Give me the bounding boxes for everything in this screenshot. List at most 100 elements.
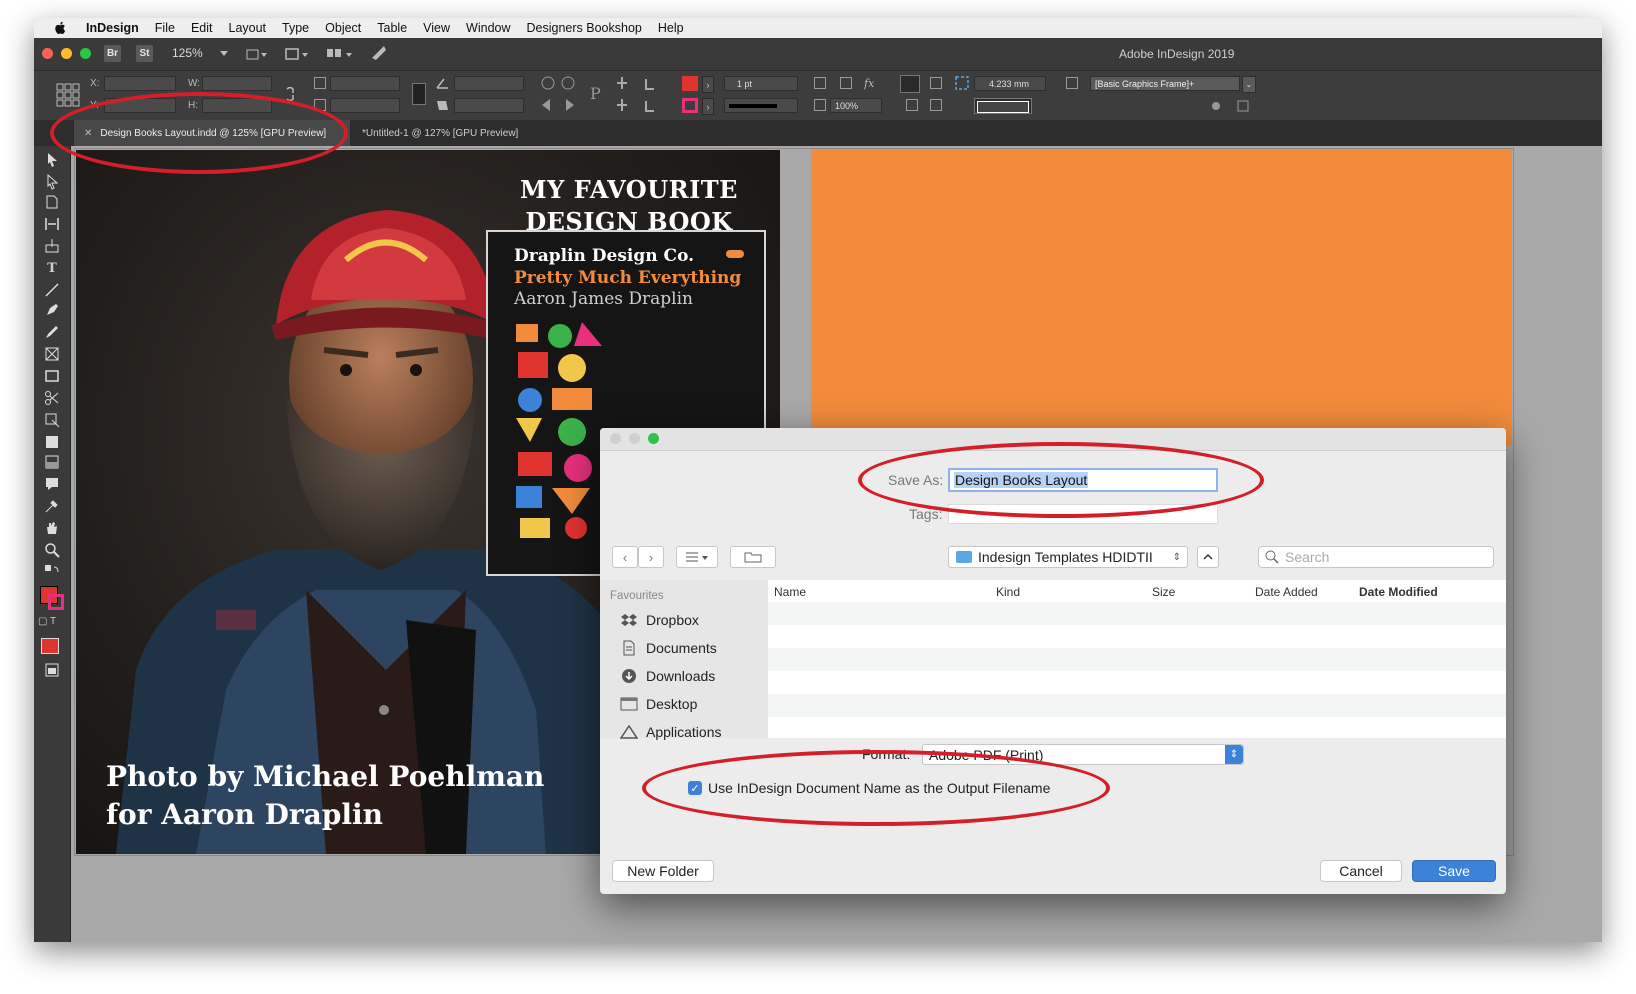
new-folder-button[interactable]: New Folder [612,860,714,882]
sidebar-item-dropbox[interactable]: Dropbox [620,612,699,628]
zoom-level[interactable]: 125% [172,46,203,60]
apply-color-button[interactable] [41,638,59,654]
menu-help[interactable]: Help [658,21,684,35]
width-field[interactable] [202,76,272,91]
format-select[interactable]: Adobe PDF (Print) ⇕ [922,744,1244,765]
tags-input[interactable] [948,504,1218,524]
gradient-feather-tool-icon[interactable] [44,454,60,470]
align-top-button[interactable] [906,99,918,111]
publish-online-icon[interactable] [370,44,388,62]
dialog-zoom-button[interactable] [648,433,659,444]
menu-view[interactable]: View [423,21,450,35]
close-window-button[interactable] [42,48,53,59]
constrain-proportions-icon[interactable] [284,87,296,101]
column-size[interactable]: Size [1152,585,1175,599]
zoom-window-button[interactable] [80,48,91,59]
free-transform-tool-icon[interactable] [44,412,60,428]
stroke-type-select[interactable] [724,98,798,113]
object-style-select[interactable]: [Basic Graphics Frame]+ [1090,76,1240,91]
cancel-button[interactable]: Cancel [1320,860,1402,882]
fill-swatch-dropdown-icon[interactable]: › [702,76,714,93]
reference-point-p-icon[interactable]: P [588,79,604,107]
photo-credit-caption[interactable]: Photo by Michael Poehlman for Aaron Drap… [106,758,544,834]
formatting-container-icon[interactable]: ▢ T [38,616,56,627]
type-tool-icon[interactable]: T [44,260,60,276]
new-folder-toolbar-button[interactable] [730,546,776,568]
screen-mode-normal-icon[interactable] [44,662,60,678]
save-as-input[interactable]: Design Books Layout [948,468,1218,492]
dialog-close-button[interactable] [610,433,621,444]
pen-tool-icon[interactable] [44,302,60,318]
sidebar-item-desktop[interactable]: Desktop [620,696,697,712]
menu-type[interactable]: Type [282,21,309,35]
view-options-icon[interactable] [246,46,268,62]
menu-file[interactable]: File [155,21,175,35]
content-collector-icon[interactable] [44,238,60,254]
frame-fitting-icon[interactable] [1066,77,1078,89]
sidebar-item-downloads[interactable]: Downloads [620,668,715,684]
minimize-window-button[interactable] [61,48,72,59]
reference-point-icon[interactable] [56,83,80,107]
headline[interactable]: MY FAVOURITE DESIGN BOOK [514,174,744,238]
object-style-dropdown-icon[interactable]: ⌄ [1242,76,1256,93]
direct-selection-tool-icon[interactable] [44,174,60,190]
menu-object[interactable]: Object [325,21,361,35]
height-field[interactable] [202,98,272,113]
view-mode-button[interactable] [676,546,718,568]
zoom-tool-icon[interactable] [44,542,60,558]
align-left-button[interactable] [900,75,920,93]
arrange-documents-icon[interactable] [326,46,354,62]
hand-tool-icon[interactable] [44,520,60,536]
use-document-name-option[interactable]: ✓ Use InDesign Document Name as the Outp… [688,780,1050,796]
shear-angle-field[interactable] [454,98,524,113]
close-tab-icon[interactable]: ✕ [84,128,92,139]
rectangle-tool-icon[interactable] [44,368,60,384]
align-center-button[interactable] [930,77,942,89]
stroke-color-box[interactable] [48,594,64,610]
gradient-swatch-tool-icon[interactable] [44,434,60,450]
screen-mode-icon[interactable] [284,46,310,62]
dialog-minimize-button[interactable] [629,433,640,444]
rotate-flip-icons[interactable] [540,75,580,113]
apple-icon[interactable] [54,21,66,35]
eyedropper-tool-icon[interactable] [44,498,60,514]
corner-shape-select[interactable] [974,98,1032,114]
menu-window[interactable]: Window [466,21,510,35]
rotation-angle-field[interactable] [454,76,524,91]
x-position-field[interactable] [104,76,176,91]
gap-tool-icon[interactable] [44,216,60,232]
note-tool-icon[interactable] [44,476,60,492]
back-button[interactable]: ‹ [612,546,638,568]
location-popup[interactable]: Indesign Templates HDIDTII ⇕ [948,546,1188,568]
sidebar-item-applications[interactable]: Applications [620,724,722,740]
stroke-swatch-dropdown-icon[interactable]: › [702,98,714,115]
stroke-swatch[interactable] [682,98,698,113]
menu-edit[interactable]: Edit [191,21,213,35]
tab-design-books-layout[interactable]: ✕ Design Books Layout.indd @ 125% [GPU P… [74,120,350,146]
page-tool-icon[interactable] [44,194,60,210]
stroke-weight-field[interactable]: 1 pt [724,76,798,91]
selection-tool-icon[interactable] [44,152,60,168]
zoom-dropdown-icon[interactable] [220,51,228,57]
select-container-icons[interactable] [616,75,676,115]
stock-button[interactable]: St [136,45,153,62]
clear-overrides-icons[interactable] [1210,99,1254,113]
menu-app-indesign[interactable]: InDesign [86,21,139,35]
wrap-bounding-icon[interactable] [814,77,826,89]
save-button[interactable]: Save [1412,860,1496,882]
constrain-scale-button[interactable] [412,83,426,105]
corner-options-icon[interactable] [954,75,970,91]
fill-swatch[interactable] [682,76,698,91]
opacity-field[interactable]: 100% [830,98,882,113]
offset-field[interactable]: 4.233 mm [974,76,1046,91]
align-middle-button[interactable] [930,99,942,111]
bridge-button[interactable]: Br [104,45,121,62]
orange-color-block[interactable] [811,149,1512,445]
search-field[interactable]: Search [1258,546,1494,568]
menu-designers-bookshop[interactable]: Designers Bookshop [527,21,642,35]
scale-x-field[interactable] [330,76,400,91]
wrap-shape-icon[interactable] [840,77,852,89]
line-tool-icon[interactable] [44,282,60,298]
effects-fx-icon[interactable]: fx [864,76,880,90]
column-kind[interactable]: Kind [996,585,1020,599]
